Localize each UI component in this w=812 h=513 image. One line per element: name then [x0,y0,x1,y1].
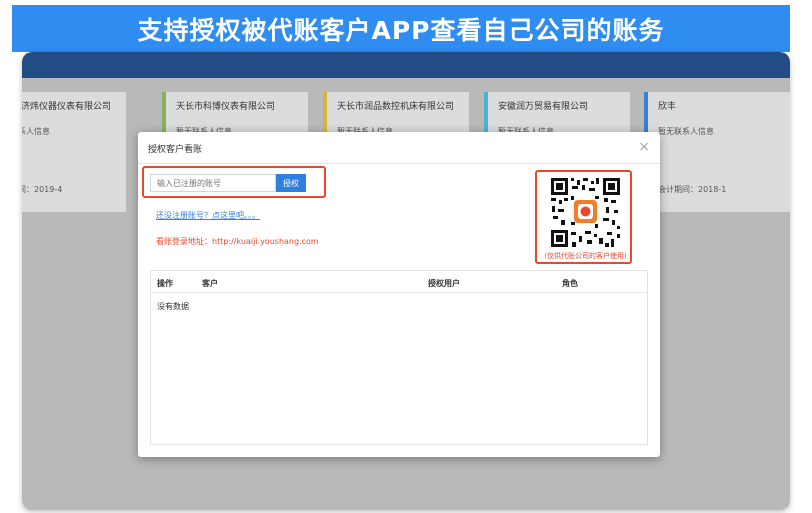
company-card-5[interactable]: 欣丰 暂无联系人信息 会计期间：2018-1 [644,92,790,212]
column-header-authorized-user: 授权用户 [428,279,460,288]
banner-title: 支持授权被代账客户APP查看自己公司的账务 [12,5,790,52]
company-period: 会计期间：2019-4 [22,185,63,194]
authorized-users-table: 操作 客户 授权用户 角色 没有数据 [150,270,648,445]
column-header-action: 操作 [157,279,173,288]
qr-highlight-frame: (仅供代账公司的客户使用) [535,170,632,264]
register-link[interactable]: 还没注册账号？点这里吧。。。 [156,210,260,221]
company-contact: 暂无联系人信息 [22,127,50,136]
company-name: 安徽润万贸易有限公司 [498,102,589,112]
company-period: 会计期间：2018-1 [658,185,727,194]
close-icon[interactable]: × [638,139,650,155]
company-name: 天长市科博仪表有限公司 [176,102,276,112]
company-name: 天长市润品数控机床有限公司 [337,102,455,112]
modal-title: 授权客户看账 [148,145,203,155]
login-url-text: 看账登录地址：http://kuaiji.youshang.com [156,237,319,246]
authorize-button[interactable]: 授权 [276,174,306,192]
empty-table-message: 没有数据 [157,302,189,311]
column-header-role: 角色 [562,279,578,288]
qr-caption: (仅供代账公司的客户使用) [544,252,627,260]
qr-code [549,176,622,249]
app-header-bar [22,52,790,78]
company-name: 天长市济炜仪器仪表有限公司 [22,102,112,112]
table-header-row: 操作 客户 授权用户 角色 [151,271,647,293]
authorize-modal: 授权客户看账 × 授权 还没注册账号？点这里吧。。。 看账登录地址：http:/… [138,132,660,457]
modal-header: 授权客户看账 × [138,132,660,164]
company-name: 欣丰 [658,102,677,112]
company-card-1[interactable]: 天长市济炜仪器仪表有限公司 暂无联系人信息 会计期间：2019-4 [22,92,126,212]
column-header-customer: 客户 [202,279,218,288]
company-contact: 暂无联系人信息 [658,127,714,136]
account-input[interactable] [150,174,276,192]
